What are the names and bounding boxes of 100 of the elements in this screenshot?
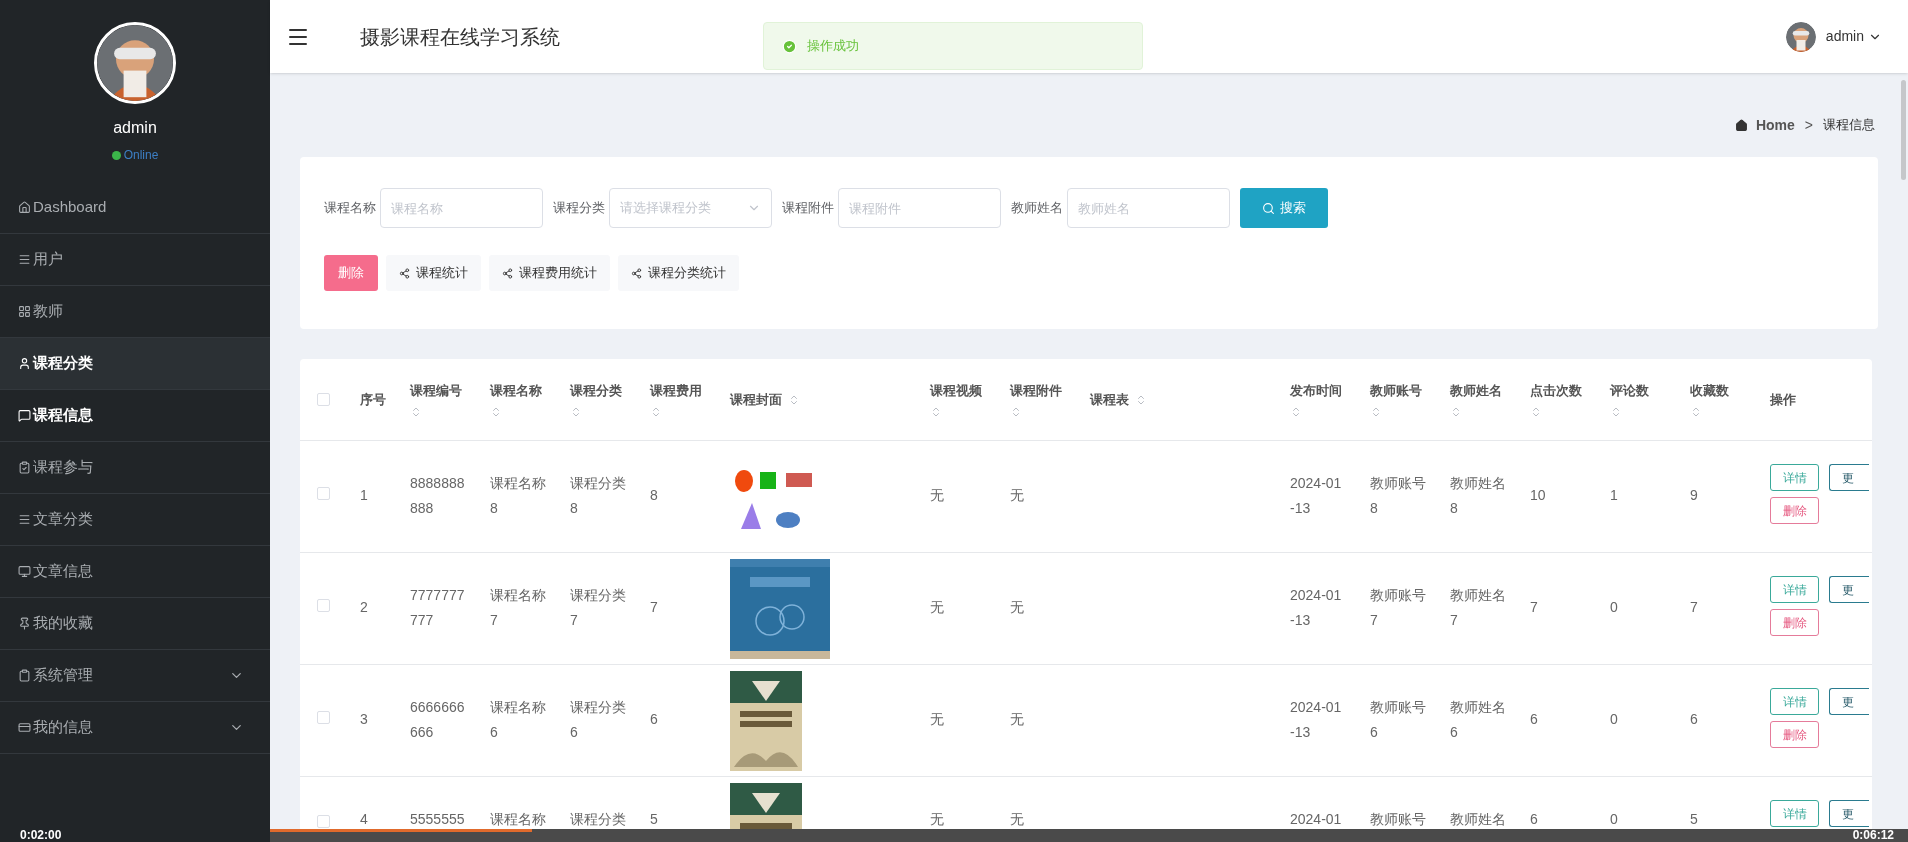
table-cell: 2024-01 <box>1290 811 1342 827</box>
house-icon <box>18 201 31 214</box>
table-cell: 7 <box>650 599 658 615</box>
column-header[interactable]: 序号 <box>350 359 400 440</box>
sidebar-item[interactable]: Dashboard <box>0 182 270 234</box>
table-cell: 0 <box>1610 711 1618 727</box>
row-checkbox[interactable] <box>317 711 330 724</box>
table-cell: 6666666 666 <box>410 699 465 740</box>
sort-icon[interactable] <box>1450 406 1462 419</box>
table-cell: 10 <box>1530 487 1546 503</box>
edit-button[interactable]: 更 <box>1829 576 1869 603</box>
sort-icon[interactable] <box>490 406 502 419</box>
user-name: admin <box>113 118 157 138</box>
sort-icon[interactable] <box>1610 406 1622 419</box>
delete-button[interactable]: 删除 <box>1770 721 1819 748</box>
success-icon <box>782 38 797 54</box>
scrollbar[interactable] <box>1901 80 1906 180</box>
sort-icon[interactable] <box>930 406 942 419</box>
elapsed-time: 0:02:00 <box>20 828 62 842</box>
stats-button[interactable]: 课程统计 <box>386 255 481 291</box>
sort-icon[interactable] <box>1290 406 1302 419</box>
field-label: 课程分类 <box>553 199 605 218</box>
search-field[interactable]: 教师姓名 <box>1067 188 1230 228</box>
select-all-checkbox[interactable] <box>317 393 330 406</box>
edit-button[interactable]: 更 <box>1829 688 1869 715</box>
table-cell: 教师账号 8 <box>1370 475 1426 516</box>
column-header[interactable]: 点击次数 <box>1520 359 1600 440</box>
sidebar-item[interactable]: 文章信息 <box>0 546 270 598</box>
edit-button[interactable]: 更 <box>1829 800 1869 827</box>
breadcrumb-link[interactable]: Home <box>1755 114 1795 136</box>
table-cell: 0 <box>1610 811 1618 827</box>
column-header[interactable]: 课程封面 <box>720 359 920 440</box>
sort-icon[interactable] <box>1370 406 1382 419</box>
search-field[interactable]: 课程附件 <box>838 188 1001 228</box>
edit-button[interactable]: 更 <box>1829 464 1869 491</box>
sidebar-item[interactable]: 课程参与 <box>0 442 270 494</box>
table-cell: 2 <box>360 599 368 615</box>
table-cell: 课程名称 7 <box>490 587 546 628</box>
breadcrumb-current: 课程信息 <box>1823 116 1875 135</box>
grid-icon <box>18 305 31 318</box>
column-header[interactable]: 教师姓名 <box>1440 359 1520 440</box>
column-header[interactable]: 课程费用 <box>640 359 720 440</box>
table-cell: 5 <box>1690 811 1698 827</box>
table-cell: 教师账号 7 <box>1370 587 1426 628</box>
monitor-icon <box>18 565 31 578</box>
column-header[interactable]: 操作 <box>1760 359 1872 440</box>
sort-icon[interactable] <box>1010 406 1022 419</box>
column-header[interactable]: 课程附件 <box>1000 359 1080 440</box>
table-cell: 7 <box>1690 599 1698 615</box>
sidebar-item[interactable]: 系统管理 <box>0 650 270 702</box>
sidebar-item[interactable]: 我的收藏 <box>0 598 270 650</box>
column-header[interactable]: 课程分类 <box>560 359 640 440</box>
share-icon <box>399 267 410 279</box>
table-cell: 教师姓名 7 <box>1450 587 1506 628</box>
table-cell: 无 <box>930 599 944 615</box>
row-checkbox[interactable] <box>317 599 330 612</box>
column-header[interactable]: 收藏数 <box>1680 359 1760 440</box>
table-cell: 2024-01 -13 <box>1290 587 1342 628</box>
table-cell: 7777777 777 <box>410 587 465 628</box>
table-cell: 5555555 <box>410 811 465 827</box>
video-progress-bar[interactable] <box>270 829 1908 842</box>
search-field[interactable]: 课程名称 <box>380 188 543 228</box>
user-menu[interactable]: admin <box>1825 26 1864 47</box>
column-header[interactable]: 课程名称 <box>480 359 560 440</box>
table-cell: 无 <box>1010 487 1024 503</box>
sort-icon[interactable] <box>570 406 582 419</box>
home-icon <box>1734 118 1748 132</box>
table-cell: 6 <box>1530 711 1538 727</box>
sort-icon[interactable] <box>410 406 422 419</box>
row-checkbox[interactable] <box>317 487 330 500</box>
breadcrumb-separator: > <box>1803 115 1814 135</box>
column-header[interactable]: 发布时间 <box>1280 359 1360 440</box>
table-cell: 教师姓名 6 <box>1450 699 1506 740</box>
row-checkbox[interactable] <box>317 815 330 828</box>
sort-icon[interactable] <box>788 393 800 406</box>
sort-icon[interactable] <box>1690 406 1702 419</box>
column-header[interactable]: 教师账号 <box>1360 359 1440 440</box>
table-cell: 课程分类 6 <box>570 699 626 740</box>
pin-icon <box>18 617 31 630</box>
column-header[interactable]: 课程表 <box>1080 359 1280 440</box>
table-cell: 无 <box>1010 811 1024 827</box>
table-cell: 2024-01 -13 <box>1290 475 1342 516</box>
sort-icon[interactable] <box>1135 393 1147 406</box>
column-header[interactable]: 评论数 <box>1600 359 1680 440</box>
table-cell: 课程分类 7 <box>570 587 626 628</box>
sidebar-item[interactable]: 课程信息 <box>0 390 270 442</box>
stats-button[interactable]: 课程费用统计 <box>489 255 610 291</box>
table-cell: 2024-01 -13 <box>1290 699 1342 740</box>
column-header[interactable]: 课程视频 <box>920 359 1000 440</box>
delete-button[interactable]: 删除 <box>1770 609 1819 636</box>
delete-button[interactable]: 删除 <box>1770 497 1819 524</box>
sort-icon[interactable] <box>650 406 662 419</box>
sidebar-item[interactable]: 用户 <box>0 234 270 286</box>
column-header[interactable]: 课程编号 <box>400 359 480 440</box>
sidebar-item[interactable]: 我的信息 <box>0 702 270 754</box>
stats-button[interactable]: 课程分类统计 <box>618 255 739 291</box>
sidebar-item[interactable]: 课程分类 <box>0 338 270 390</box>
sidebar-item[interactable]: 文章分类 <box>0 494 270 546</box>
sort-icon[interactable] <box>1530 406 1542 419</box>
table-cell: 教师姓名 8 <box>1450 475 1506 516</box>
